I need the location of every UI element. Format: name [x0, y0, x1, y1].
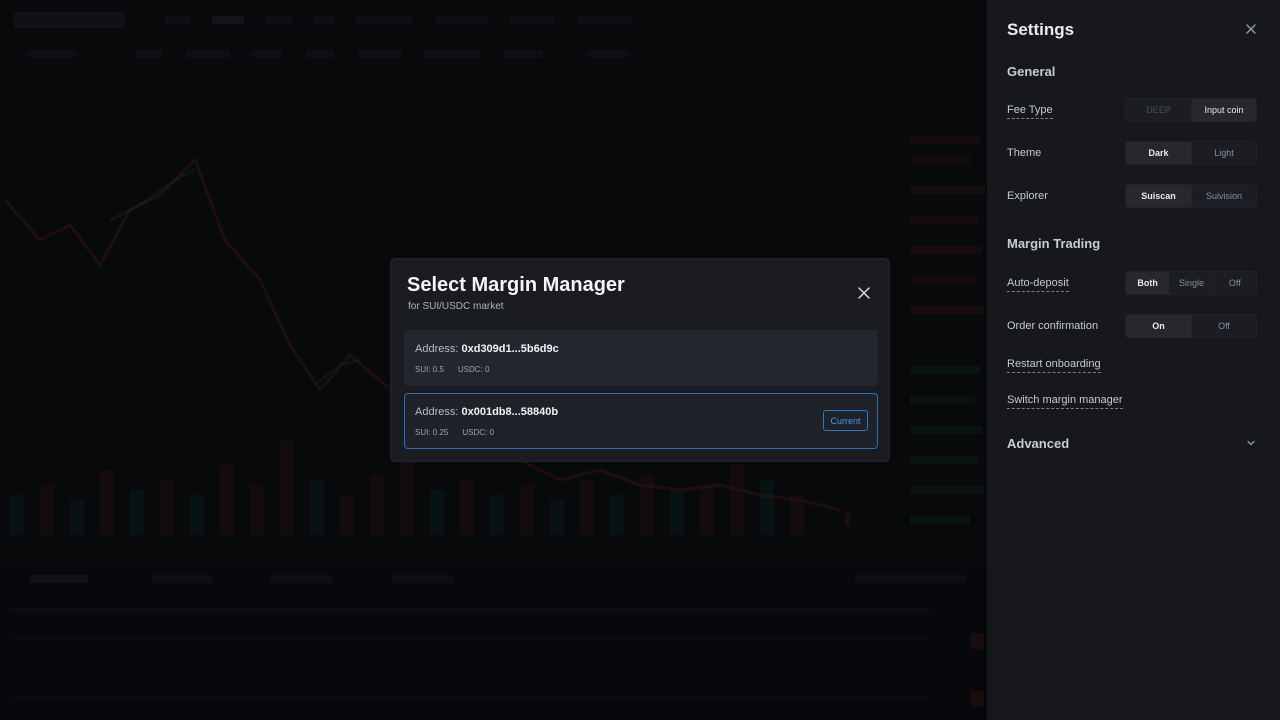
- auto-deposit-option-both[interactable]: Both: [1126, 272, 1170, 294]
- order-confirmation-option-off[interactable]: Off: [1191, 315, 1256, 337]
- chevron-down-icon[interactable]: [1245, 437, 1257, 449]
- switch-margin-manager-link[interactable]: Switch margin manager: [1007, 394, 1123, 409]
- explorer-option-suiscan[interactable]: Suiscan: [1126, 185, 1191, 207]
- modal-close-icon[interactable]: [857, 286, 871, 300]
- fee-type-option-deep[interactable]: DEEP: [1126, 99, 1191, 121]
- margin-manager-card-current[interactable]: Address: 0x001db8...58840b SUI: 0.25 USD…: [404, 393, 878, 449]
- select-margin-manager-modal: Select Margin Manager for SUI/USDC marke…: [390, 258, 890, 462]
- sui-balance: SUI: 0.25: [415, 428, 449, 437]
- settings-panel: Settings General Fee Type DEEP Input coi…: [987, 0, 1280, 720]
- modal-subtitle: for SUI/USDC market: [408, 301, 504, 312]
- address-label: Address:: [415, 406, 459, 418]
- theme-selector: Dark Light: [1125, 141, 1257, 165]
- explorer-selector: Suiscan Suivision: [1125, 184, 1257, 208]
- explorer-option-suivision[interactable]: Suivision: [1191, 185, 1256, 207]
- margin-manager-card[interactable]: Address: 0xd309d1...5b6d9c SUI: 0.5 USDC…: [404, 330, 878, 386]
- auto-deposit-selector: Both Single Off: [1125, 271, 1257, 295]
- usdc-balance: USDC: 0: [457, 365, 490, 374]
- address-label: Address:: [415, 343, 459, 355]
- fee-type-selector: DEEP Input coin: [1125, 98, 1257, 122]
- settings-close-icon[interactable]: [1243, 21, 1259, 37]
- address-value: 0x001db8...58840b: [461, 406, 559, 418]
- settings-title: Settings: [1007, 20, 1075, 39]
- modal-title: Select Margin Manager: [407, 274, 625, 296]
- auto-deposit-label: Auto-deposit: [1007, 277, 1069, 292]
- theme-option-dark[interactable]: Dark: [1126, 142, 1191, 164]
- manager-address: Address: 0xd309d1...5b6d9c: [415, 343, 559, 355]
- sui-balance: SUI: 0.5: [415, 365, 444, 374]
- current-badge: Current: [823, 410, 868, 431]
- usdc-balance: USDC: 0: [462, 428, 494, 437]
- app-root: Settings General Fee Type DEEP Input coi…: [0, 0, 1280, 720]
- manager-balances: SUI: 0.5 USDC: 0: [415, 365, 489, 374]
- auto-deposit-option-single[interactable]: Single: [1169, 272, 1212, 294]
- auto-deposit-option-off[interactable]: Off: [1212, 272, 1256, 294]
- order-confirmation-selector: On Off: [1125, 314, 1257, 338]
- manager-balances: SUI: 0.25 USDC: 0: [415, 428, 494, 437]
- theme-label: Theme: [1007, 147, 1042, 159]
- order-confirmation-label: Order confirmation: [1007, 320, 1099, 332]
- fee-type-label: Fee Type: [1007, 104, 1053, 119]
- order-confirmation-option-on[interactable]: On: [1126, 315, 1191, 337]
- address-value: 0xd309d1...5b6d9c: [461, 343, 559, 355]
- explorer-label: Explorer: [1007, 190, 1048, 202]
- section-advanced[interactable]: Advanced: [1007, 436, 1069, 451]
- restart-onboarding-link[interactable]: Restart onboarding: [1007, 358, 1101, 373]
- section-general: General: [1007, 64, 1056, 79]
- manager-address: Address: 0x001db8...58840b: [415, 406, 558, 418]
- section-margin-trading: Margin Trading: [1007, 236, 1101, 251]
- fee-type-option-input-coin[interactable]: Input coin: [1191, 99, 1256, 121]
- theme-option-light[interactable]: Light: [1191, 142, 1256, 164]
